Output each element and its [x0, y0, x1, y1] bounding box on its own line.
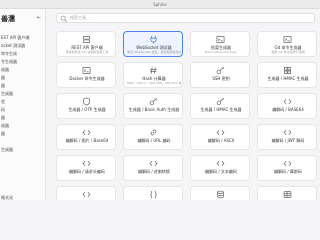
tool-card[interactable]: 编解码 / JWT 解码: [257, 124, 317, 150]
code-icon: [82, 161, 91, 166]
tool-card-title: 生成器 / OTP 生成器: [68, 107, 106, 112]
tool-card-title: 编解码 / 图片 / Base64: [65, 138, 109, 143]
shield-icon: [82, 97, 91, 106]
tool-card[interactable]: 编解码 / 进制转换: [123, 155, 183, 181]
tool-card[interactable]: REST API 客户端 测试和调试 API 请求的完整工具: [56, 31, 116, 57]
tool-card[interactable]: 编解码 / 文本编码: [190, 155, 250, 181]
tool-card-title: 编解码 / 文本编码: [205, 169, 237, 174]
tool-card[interactable]: Git 命令生成器 常用 Git 命令生成与说明: [257, 31, 317, 57]
terminal-icon: [82, 66, 91, 75]
tool-card[interactable]: 生成器 / Basic Auth 生成器: [123, 93, 183, 119]
code-icon: [283, 161, 292, 166]
tool-card[interactable]: 编解码 / URL 编码: [123, 124, 183, 150]
window-title: Sphinx: [153, 2, 167, 7]
code-icon: [149, 161, 158, 166]
tool-card[interactable]: 编解码 / ASCII: [190, 124, 250, 150]
tool-card[interactable]: SQL 格式化格式化 SQL 语句: [190, 186, 250, 200]
code-icon: [82, 192, 91, 197]
window-titlebar: Sphinx: [0, 0, 320, 9]
terminal-icon: [216, 35, 225, 44]
hash-icon: [150, 67, 157, 74]
tool-card[interactable]: 编解码 / 请求头编码: [56, 155, 116, 181]
link-icon: [150, 129, 157, 136]
sidebar: 善濡 ⇤ EST API 客户端 ocket 测试器 命令生成 令生成器 成器器器生成器…: [0, 9, 46, 200]
tool-card-title: 编解码 / 进制转换: [138, 169, 170, 174]
tool-card-title: 编解码 / 摩斯码: [274, 169, 302, 174]
grid-icon: [283, 66, 292, 75]
tool-card-description: MD5、SHA-1、SHA-256、SHA-512 等哈希: [127, 81, 181, 85]
table-icon: [283, 191, 292, 198]
tool-card-title: 生成器 / HMAC 生成器: [267, 76, 309, 81]
tool-card-title: 生成器 / HMAC 生成器: [200, 107, 242, 112]
tool-card-title: 编解码 / JWT 解码: [271, 138, 305, 143]
tool-card[interactable]: SSH 密钥: [190, 62, 250, 88]
tool-card-title: 编解码 / BASE64: [272, 107, 304, 112]
tool-card[interactable]: Hash 计算器MD5、SHA-1、SHA-256、SHA-512 等哈希: [123, 62, 183, 88]
app-brand: 善濡: [1, 15, 15, 23]
tool-card[interactable]: 编解码 / 摩斯码: [257, 155, 317, 181]
tool-card[interactable]: CSV / JSON 转换CSV 和 JSON 互相转换: [257, 186, 317, 200]
tool-card-description: 常用 Git 命令生成与说明: [271, 50, 305, 54]
tool-card-title: SSH 密钥: [212, 76, 230, 81]
plug-icon: [150, 35, 157, 44]
tool-card-title: 编解码 / URL 编码: [137, 138, 171, 143]
database-icon: [217, 190, 224, 199]
tool-card[interactable]: 编解码 / 图片 / Base64: [56, 124, 116, 150]
tool-card[interactable]: WebSocket 测试器 测试 WebSocket 连接，发送和接收消息: [123, 31, 183, 57]
tool-card-title: 生成器 / Basic Auth 生成器: [128, 107, 180, 112]
key-icon: [149, 97, 157, 106]
tool-card[interactable]: 生成器 / HMAC 生成器: [190, 93, 250, 119]
tool-card[interactable]: 档案生成器 NamingScheme Desc: [190, 31, 250, 57]
key-icon: [216, 97, 224, 106]
code-icon: [283, 130, 292, 135]
tool-card-description: NamingScheme Desc: [204, 50, 238, 54]
tool-card-title: 编解码 / ASCII: [207, 138, 235, 143]
search-icon: [60, 15, 68, 23]
tool-card[interactable]: 编解码 / BASE64: [257, 93, 317, 119]
code-icon: [82, 130, 91, 135]
sidebar-item[interactable]: 格式化: [0, 193, 45, 200]
tool-card[interactable]: 生成器 / OTP 生成器: [56, 93, 116, 119]
key-icon: [216, 66, 224, 75]
main-content: 搜索工具... REST API 客户端 测试和调试 API 请求的完整工具 Web…: [47, 9, 320, 200]
tool-card-description: 测试 WebSocket 连接，发送和接收消息: [127, 50, 181, 54]
code-icon: [216, 161, 225, 166]
code-icon: [283, 99, 292, 104]
tool-card[interactable]: 生成器 / HMAC 生成器: [257, 62, 317, 88]
tool-card-title: 编解码 / 请求头编码: [69, 169, 105, 174]
tool-card[interactable]: JSON 格式化格式化、压缩和校验 JSON: [123, 186, 183, 200]
tool-card[interactable]: Docker 命令生成器: [56, 62, 116, 88]
server-icon: [82, 35, 91, 44]
tool-card[interactable]: 编解码 / BIT39 助记词: [56, 186, 116, 200]
search-placeholder: 搜索工具...: [70, 15, 90, 20]
tool-card-title: Docker 命令生成器: [69, 76, 105, 81]
search-input[interactable]: 搜索工具...: [56, 13, 315, 23]
collapse-sidebar-icon[interactable]: ⇤: [37, 15, 41, 21]
code-icon: [216, 130, 225, 135]
tool-card-description: 测试和调试 API 请求的完整工具: [65, 50, 109, 54]
braces-icon: [150, 190, 157, 199]
terminal-icon: [283, 35, 292, 44]
